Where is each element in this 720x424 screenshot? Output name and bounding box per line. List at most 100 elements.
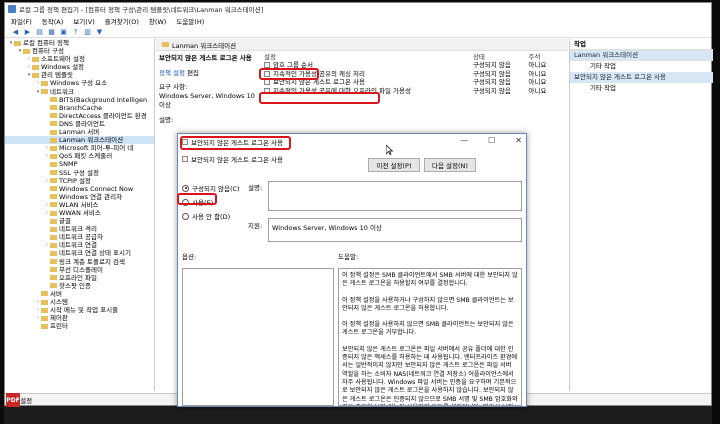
actions-more-1[interactable]: 기타 작업: [570, 61, 713, 72]
close-icon[interactable]: ✕: [515, 136, 522, 145]
tree-item-label: 글꼴: [59, 217, 71, 226]
folder-icon: [41, 307, 48, 313]
tree-item[interactable]: ▾ 네트워크: [5, 88, 154, 96]
forward-arrow-icon[interactable]: ▶: [23, 27, 32, 36]
policy-dialog: 보안되지 않은 게스트 로그온 사용 — ☐ ✕ 보안되지 않은 게스트 로그온…: [177, 133, 527, 407]
actions-pane: 작업 Lanman 워크스테이션 기타 작업 보안되지 않은 게스트 로그온 사…: [569, 39, 713, 391]
tree-item[interactable]: › Windows 구성 요소: [5, 79, 154, 87]
menu-bar: 파일(F) 동작(A) 보기(V) 즐겨찾기(O) 창(W) 도움말(H): [5, 15, 711, 26]
prev-setting-button[interactable]: 이전 설정(P): [368, 158, 420, 172]
actions-section-workstation[interactable]: Lanman 워크스테이션: [570, 50, 713, 61]
radio-disabled-label: 사용 안 함(D): [192, 213, 231, 221]
menu-favorites[interactable]: 즐겨찾기(O): [105, 16, 139, 26]
tree-item[interactable]: Lanman 서버: [5, 128, 154, 136]
tree-item[interactable]: SSL 구성 설정: [5, 169, 154, 177]
taskbar: [4, 406, 712, 424]
folder-icon: [50, 170, 57, 176]
tree-item[interactable]: › Windows 설정: [5, 63, 154, 71]
table-row[interactable]: 지속적인 가용성 공유에 대한 오프라인 파일 가용성 구성되지 않음 아니요: [261, 86, 568, 95]
tree-item[interactable]: 서버: [5, 290, 154, 298]
tree-item[interactable]: SNMP: [5, 160, 154, 168]
tree-item[interactable]: ▾ 컴퓨터 구성: [5, 47, 154, 55]
radio-not-configured[interactable]: 구성되지 않음(C): [182, 183, 240, 193]
desc-edit-link[interactable]: 편집: [187, 69, 199, 77]
tree-item[interactable]: BITS(Background Intelligen: [5, 96, 154, 104]
folder-icon: [41, 315, 48, 321]
tree-item[interactable]: 글꼴: [5, 217, 154, 225]
export-list-icon[interactable]: ▣: [59, 27, 68, 36]
folder-icon: [41, 291, 48, 297]
tree-item[interactable]: 오프라인 파일: [5, 274, 154, 282]
tree-item[interactable]: BranchCache: [5, 104, 154, 112]
help-icon[interactable]: ?: [71, 27, 80, 36]
folder-icon: [50, 250, 57, 256]
tree-item[interactable]: DirectAccess 클라이언트 환경: [5, 112, 154, 120]
show-hide-tree-icon[interactable]: ▦: [47, 27, 56, 36]
tree-item[interactable]: › QoS 패킷 스케줄러: [5, 152, 154, 160]
up-folder-icon[interactable]: ▤: [35, 27, 44, 36]
radio-disabled[interactable]: 사용 안 함(D): [182, 211, 230, 221]
tree-item[interactable]: 무선 디스플레이: [5, 266, 154, 274]
tree-item[interactable]: › 제어판: [5, 314, 154, 322]
tree-item[interactable]: › 시스템: [5, 298, 154, 306]
actions-more-2[interactable]: 기타 작업: [570, 83, 713, 94]
menu-help[interactable]: 도움말(H): [176, 16, 204, 26]
radio-dot: [182, 198, 189, 206]
tree-item[interactable]: DNS 클라이언트: [5, 120, 154, 128]
radio-not-configured-label: 구성되지 않음(C): [192, 185, 240, 193]
tree-item-label: 오프라인 파일: [59, 273, 97, 282]
folder-icon: [50, 275, 57, 281]
tree-item[interactable]: › WWAN 서비스: [5, 209, 154, 217]
menu-file[interactable]: 파일(F): [11, 16, 32, 26]
tree-item[interactable]: 링크 계층 토폴로지 검색: [5, 258, 154, 266]
folder-icon: [32, 72, 39, 78]
next-setting-button[interactable]: 다음 설정(N): [424, 158, 476, 172]
options-panel: [182, 268, 334, 406]
radio-enabled[interactable]: 사용(E): [182, 197, 213, 207]
minimize-icon[interactable]: —: [460, 136, 468, 145]
folder-icon: [50, 178, 57, 184]
actions-section-guest-logon[interactable]: 보안되지 않은 게스트 로그온 사용: [570, 72, 713, 83]
console-tree[interactable]: ▾ 로컬 컴퓨터 정책 ▾ 컴퓨터 구성 › 소프트웨어 설정 › Windows 설정 ▾ 관리…: [5, 39, 155, 391]
tree-item[interactable]: Lanman 워크스테이션: [5, 136, 154, 145]
folder-icon: [32, 64, 39, 70]
tree-item[interactable]: ▾ 로컬 컴퓨터 정책: [5, 39, 154, 47]
filter-icon[interactable]: ▼: [95, 27, 104, 36]
folder-icon: [14, 40, 21, 46]
radio-enabled-label: 사용(E): [192, 199, 214, 207]
tree-item[interactable]: › 시작 메뉴 및 작업 표시줄: [5, 306, 154, 314]
tree-item[interactable]: Windows 연결 관리자: [5, 193, 154, 201]
tree-item-label: DNS 클라이언트: [59, 119, 105, 128]
folder-icon: [50, 202, 57, 208]
tree-item-label: Lanman 워크스테이션: [59, 136, 124, 145]
tree-item[interactable]: › WLAN 서비스: [5, 201, 154, 209]
folder-icon: [41, 299, 48, 305]
tree-item[interactable]: 네트워크 연결 상태 표시기: [5, 249, 154, 257]
maximize-icon[interactable]: ☐: [488, 136, 495, 145]
back-arrow-icon[interactable]: ◀: [11, 27, 20, 36]
menu-action[interactable]: 동작(A): [42, 16, 63, 26]
desc-req-label: 요구 사항:: [159, 83, 188, 91]
desc-title: 보안되지 않은 게스트 로그온 사용: [159, 54, 252, 62]
supported-box: Windows Server, Windows 10 이상: [268, 218, 522, 242]
details-header: Lanman 워크스테이션: [156, 39, 568, 51]
comment-textarea[interactable]: [268, 181, 522, 211]
menu-view[interactable]: 보기(V): [73, 16, 94, 26]
pdf-app-icon[interactable]: PDF: [6, 393, 20, 407]
properties-icon[interactable]: ▥: [83, 27, 92, 36]
menu-window[interactable]: 창(W): [149, 16, 166, 26]
mouse-cursor: [385, 144, 394, 155]
folder-icon: [41, 89, 48, 95]
folder-icon: [50, 113, 57, 119]
policy-setting-icon: [264, 87, 270, 94]
folder-icon: [50, 153, 57, 159]
row-state: 구성되지 않음: [472, 86, 511, 95]
tree-item[interactable]: 핫스팟 인증: [5, 282, 154, 290]
tree-item[interactable]: 프린터: [5, 322, 154, 330]
folder-icon: [50, 234, 57, 240]
tree-item-label: 시작 메뉴 및 작업 표시줄: [50, 306, 119, 315]
tree-item-label: 컴퓨터 구성: [32, 47, 64, 56]
tree-item[interactable]: › TCPIP 설정: [5, 177, 154, 185]
title-bar: 로컬 그룹 정책 편집기 - [컴퓨터 정책 구성\관리 템플릿\네트워크\La…: [5, 3, 711, 15]
tree-item[interactable]: Windows Connect Now: [5, 185, 154, 193]
